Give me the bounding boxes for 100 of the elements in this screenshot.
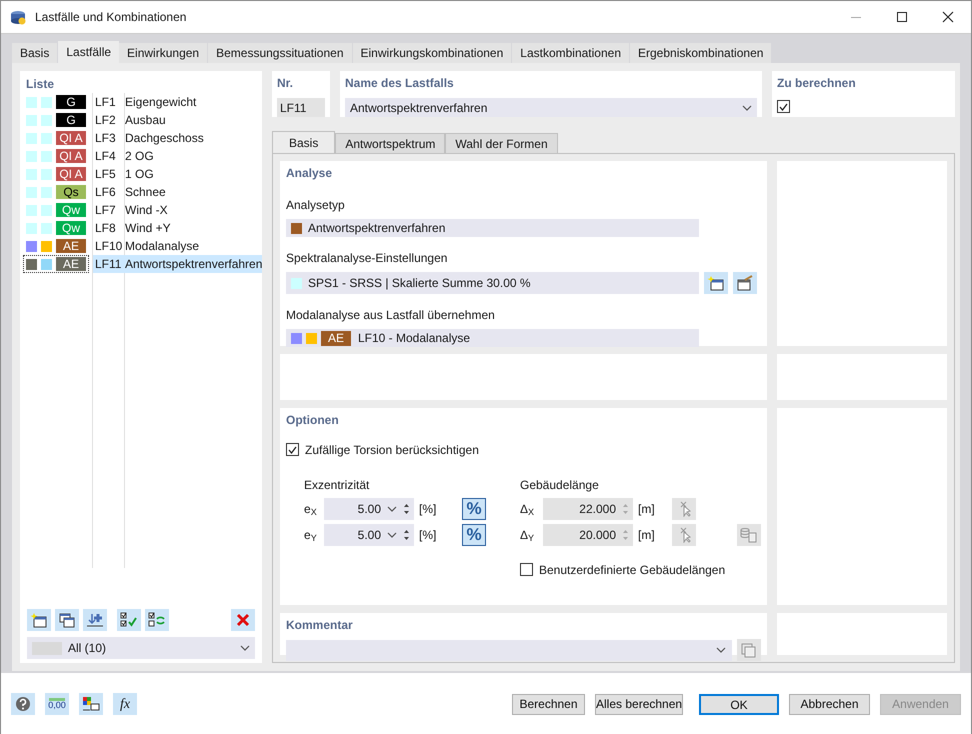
tab[interactable]: Bemessungssituationen — [208, 43, 352, 63]
list-item[interactable]: LF10 Modalanalyse — [93, 237, 259, 255]
units-button[interactable]: 0,00 — [45, 693, 69, 715]
chevron-down-icon — [240, 645, 250, 651]
unit-label: [m] — [638, 526, 656, 544]
modal-analysis-dropdown[interactable]: AE LF10 - Modalanalyse — [286, 329, 699, 347]
load-type-badge: AE — [56, 257, 86, 271]
import-table-button[interactable] — [737, 524, 761, 546]
list-item[interactable]: LF3 Dachgeschoss — [93, 129, 259, 147]
field-label: Analysetyp — [286, 197, 346, 214]
dialog-button[interactable]: Alles berechnen — [595, 694, 683, 714]
checkbox-label: Benutzerdefinierte Gebäudelängen — [539, 562, 726, 579]
unit-label: [m] — [638, 500, 656, 518]
spectral-settings-dropdown[interactable]: SPS1 - SRSS | Skalierte Summe 30.00 % — [286, 272, 699, 294]
toggle-check-icon — [148, 612, 166, 628]
load-type-badge: AE — [321, 330, 351, 346]
load-type-badge: QI A — [56, 131, 86, 145]
load-type-badge: AE — [56, 239, 86, 253]
pick-length-button[interactable] — [672, 524, 696, 546]
section-heading: Analyse — [286, 165, 334, 182]
color-legend-button[interactable] — [79, 693, 103, 715]
checkbox[interactable] — [520, 563, 533, 576]
check-all-icon — [120, 612, 138, 628]
dialog-button[interactable]: Berechnen — [512, 694, 585, 714]
insert-icon — [86, 612, 104, 628]
edit-window-button[interactable] — [733, 272, 757, 294]
eccentricity-spinbox[interactable]: 5.00 — [324, 498, 414, 520]
tab[interactable]: Ergebniskombinationen — [630, 43, 772, 63]
help-icon — [14, 696, 32, 712]
comment-field[interactable] — [286, 640, 732, 660]
analysis-type-dropdown[interactable]: Antwortspektrenverfahren — [286, 219, 699, 237]
load-type-badge: Qw — [56, 221, 86, 235]
eccentricity-spinbox[interactable]: 5.00 — [324, 524, 414, 546]
toggle-check-button[interactable] — [145, 609, 169, 631]
load-type-badge: Qw — [56, 203, 86, 217]
load-type-badge: G — [56, 113, 86, 127]
load-type-badge: G — [56, 95, 86, 109]
section-heading: Optionen — [286, 412, 340, 429]
chevron-down-icon — [387, 532, 397, 538]
tab[interactable]: Basis — [272, 131, 336, 153]
checkbox[interactable] — [777, 100, 790, 113]
insert-button[interactable] — [83, 609, 107, 631]
symbol-label: e$_{X}$ — [304, 500, 318, 518]
help-button[interactable] — [11, 693, 35, 715]
list-item[interactable]: LF11 Antwortspektrenverfahren — [93, 255, 262, 273]
tab[interactable]: Antwortspektrum — [335, 133, 446, 153]
color-legend-icon — [82, 696, 100, 712]
checkbox[interactable] — [286, 443, 299, 456]
list-item[interactable]: LF2 Ausbau — [93, 111, 259, 129]
delete-icon — [234, 612, 252, 628]
section-heading: Name des Lastfalls — [345, 75, 455, 92]
group-label: Gebäudelänge — [520, 476, 600, 494]
load-type-badge: Qs — [56, 185, 86, 199]
load-type-badge: QI A — [56, 167, 86, 181]
length-spinbox: 22.000 — [543, 498, 633, 520]
section-heading: Nr. — [277, 75, 294, 92]
list-item[interactable]: LF1 Eigengewicht — [93, 93, 259, 111]
name-dropdown[interactable]: Antwortspektrenverfahren — [345, 98, 757, 117]
chevron-down-icon — [716, 647, 726, 653]
list-item[interactable]: LF4 2 OG — [93, 147, 259, 165]
tab[interactable]: Basis — [12, 43, 58, 63]
checkbox-label: Zufällige Torsion berücksichtigen — [305, 442, 479, 459]
number-field: LF11 — [277, 98, 325, 117]
list-item[interactable]: LF8 Wind +Y — [93, 219, 259, 237]
dialog-button[interactable]: OK — [699, 694, 779, 714]
section-heading: Kommentar — [286, 617, 354, 634]
unit-label: [%] — [419, 526, 438, 544]
new-window-icon — [707, 275, 725, 291]
tab[interactable]: Lastfälle — [58, 41, 120, 63]
delete-button[interactable] — [231, 609, 255, 631]
copy-window-button[interactable] — [55, 609, 79, 631]
check-all-button[interactable] — [117, 609, 141, 631]
list-item[interactable]: LF6 Schnee — [93, 183, 259, 201]
pick-length-button[interactable] — [672, 498, 696, 520]
filter-dropdown[interactable]: All (10) — [27, 637, 255, 659]
tab[interactable]: Wahl der Formen — [445, 133, 558, 153]
tab[interactable]: Einwirkungen — [119, 43, 208, 63]
percent-button[interactable]: % — [462, 498, 486, 520]
list-item[interactable]: LF5 1 OG — [93, 165, 259, 183]
spinner-arrows-icon — [622, 502, 629, 516]
window-title: Lastfälle und Kombinationen — [35, 9, 186, 26]
length-spinbox: 20.000 — [543, 524, 633, 546]
new-window-button[interactable] — [27, 609, 51, 631]
symbol-label: e$_{Y}$ — [304, 526, 318, 544]
tab[interactable]: Lastkombinationen — [512, 43, 629, 63]
checkmark-icon — [779, 102, 788, 110]
symbol-label: Δ$_{Y}$ — [520, 526, 536, 544]
tab[interactable]: Einwirkungskombinationen — [352, 43, 512, 63]
dialog-button[interactable]: Abbrechen — [789, 694, 870, 714]
symbol-label: Δ$_{X}$ — [520, 500, 536, 518]
chevron-down-icon — [387, 506, 397, 512]
new-window-button[interactable] — [704, 272, 728, 294]
percent-button[interactable]: % — [462, 524, 486, 546]
list-item[interactable]: LF7 Wind -X — [93, 201, 259, 219]
import-table-icon — [740, 526, 758, 543]
spinner-arrows-icon — [622, 528, 629, 542]
field-label: Modalanalyse aus Lastfall übernehmen — [286, 307, 496, 324]
formula-button[interactable]: fx — [113, 693, 137, 715]
spinner-arrows-icon — [403, 502, 410, 516]
minimize-icon — [851, 16, 861, 18]
